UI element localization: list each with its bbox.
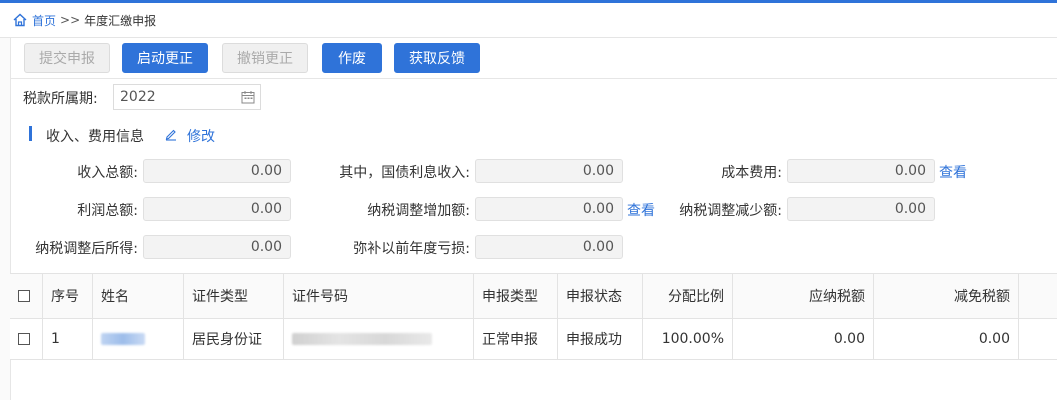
cost-label: 成本费用: (721, 165, 782, 181)
header-declare-type: 申报类型 (474, 274, 558, 318)
declaration-table: 序号 姓名 证件类型 证件号码 申报类型 申报状态 分配比例 应纳税额 减免税额… (10, 273, 1057, 401)
prior-loss-label: 弥补以前年度亏损: (353, 241, 470, 257)
adjust-increase-view-link[interactable]: 查看 (627, 200, 655, 220)
void-button[interactable]: 作废 (322, 43, 382, 73)
tax-period-input[interactable]: 2022 (113, 84, 261, 110)
header-status: 申报状态 (558, 274, 643, 318)
row-tax-payable: 0.00 (733, 319, 874, 359)
row-id-number-redacted (284, 319, 474, 359)
get-feedback-button[interactable]: 获取反馈 (394, 43, 480, 73)
table-row[interactable]: 1 居民身份证 正常申报 申报成功 100.00% 0.00 0.00 (10, 319, 1057, 360)
submit-declaration-button[interactable]: 提交申报 (24, 43, 110, 73)
row-name-redacted (93, 319, 184, 359)
total-profit-label: 利润总额: (77, 203, 138, 219)
cost-view-link[interactable]: 查看 (939, 162, 967, 182)
header-select-cell (10, 274, 43, 318)
redacted-name (101, 333, 145, 345)
row-ratio: 100.00% (643, 319, 733, 359)
bond-interest-label: 其中，国债利息收入: (339, 165, 470, 181)
cost-field[interactable]: 0.00 (787, 159, 935, 183)
home-icon[interactable] (12, 12, 28, 28)
header-tax-payable: 应纳税额 (733, 274, 874, 318)
header-id-type: 证件类型 (184, 274, 284, 318)
select-all-checkbox[interactable] (18, 290, 30, 302)
breadcrumb: 首页 >> 年度汇缴申报 (0, 3, 1057, 38)
section-marker (29, 126, 32, 141)
calendar-icon[interactable] (241, 90, 255, 104)
adjusted-income-label: 纳税调整后所得: (35, 241, 138, 257)
cancel-correction-button[interactable]: 撤销更正 (222, 43, 308, 73)
section-title: 收入、费用信息 (46, 129, 144, 145)
row-select-cell (10, 319, 43, 359)
row-declare-type: 正常申报 (474, 319, 558, 359)
prior-loss-field[interactable]: 0.00 (475, 235, 623, 259)
row-id-type: 居民身份证 (184, 319, 284, 359)
header-tax-relief: 减免税额 (874, 274, 1019, 318)
breadcrumb-current: 年度汇缴申报 (84, 13, 157, 28)
total-income-field[interactable]: 0.00 (143, 159, 291, 183)
adjust-increase-label: 纳税调整增加额: (367, 203, 470, 219)
row-status: 申报成功 (558, 319, 643, 359)
edit-link[interactable]: 修改 (187, 126, 215, 146)
row-checkbox[interactable] (18, 333, 30, 345)
total-profit-field[interactable]: 0.00 (143, 197, 291, 221)
adjusted-income-field[interactable]: 0.00 (143, 235, 291, 259)
header-name: 姓名 (93, 274, 184, 318)
start-correction-button[interactable]: 启动更正 (122, 43, 208, 73)
adjust-decrease-field[interactable]: 0.00 (787, 197, 935, 221)
adjust-increase-field[interactable]: 0.00 (475, 197, 623, 221)
table-header: 序号 姓名 证件类型 证件号码 申报类型 申报状态 分配比例 应纳税额 减免税额 (10, 274, 1057, 319)
total-income-label: 收入总额: (77, 165, 138, 181)
breadcrumb-separator: >> (60, 13, 81, 27)
header-index: 序号 (43, 274, 93, 318)
tax-period-value: 2022 (120, 89, 156, 105)
header-ratio: 分配比例 (643, 274, 733, 318)
header-id-number: 证件号码 (284, 274, 474, 318)
redacted-id-number (292, 333, 432, 345)
bond-interest-field[interactable]: 0.00 (475, 159, 623, 183)
breadcrumb-home-link[interactable]: 首页 (32, 12, 56, 29)
edit-icon[interactable] (164, 127, 178, 141)
row-index: 1 (43, 319, 93, 359)
adjust-decrease-label: 纳税调整减少额: (679, 203, 782, 219)
row-tax-relief: 0.00 (874, 319, 1019, 359)
tax-period-label: 税款所属期: (23, 91, 98, 107)
toolbar: 提交申报 启动更正 撤销更正 作废 获取反馈 (10, 38, 1057, 79)
